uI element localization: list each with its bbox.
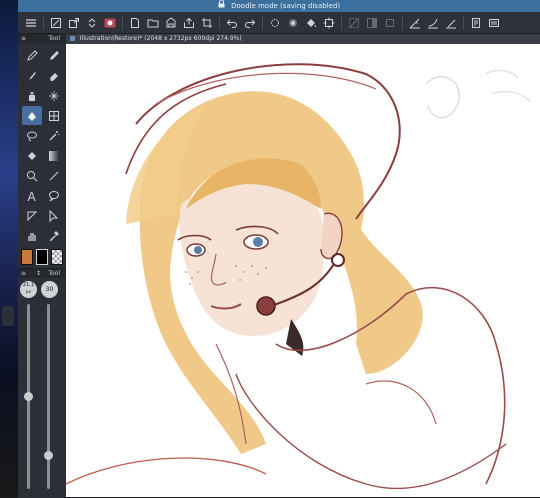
transform-icon[interactable]	[320, 14, 338, 32]
eyedropper-tool-icon[interactable]	[44, 226, 64, 245]
brush-opacity-slider[interactable]	[47, 304, 50, 489]
show-selection-icon[interactable]	[381, 14, 399, 32]
brush-tool-icon[interactable]	[22, 66, 42, 85]
gradient-fill-icon[interactable]	[44, 146, 64, 165]
lock-icon	[218, 0, 225, 12]
toolbar-divider	[463, 15, 464, 30]
record-icon[interactable]	[101, 14, 119, 32]
tool-panel: ≡ Tool A	[18, 34, 66, 269]
toolbar-divider	[219, 15, 220, 30]
brush-size-unit: px	[26, 289, 31, 294]
gradient-tool-icon[interactable]	[44, 106, 64, 125]
balloon-tool-icon[interactable]	[44, 186, 64, 205]
panel-menu-icon[interactable]: ≡	[21, 35, 26, 42]
brush-size-slider-handle[interactable]	[24, 392, 33, 401]
airbrush-tool-icon[interactable]	[22, 86, 42, 105]
redo-icon[interactable]	[241, 14, 259, 32]
undo-icon[interactable]	[223, 14, 241, 32]
share-icon[interactable]	[65, 14, 83, 32]
line-tool-icon[interactable]	[44, 166, 64, 185]
brush-opacity-slider-handle[interactable]	[44, 451, 53, 460]
pen-tool-icon[interactable]	[22, 46, 42, 65]
menu-icon[interactable]	[22, 14, 40, 32]
ruler-snap-icon[interactable]	[406, 14, 424, 32]
fullscreen-icon[interactable]	[47, 14, 65, 32]
new-canvas-icon[interactable]	[126, 14, 144, 32]
hand-tool-icon[interactable]	[22, 226, 42, 245]
canvas-window: Illustration(Restore)* (2048 x 2732px 60…	[66, 34, 540, 497]
toolbar-divider	[341, 15, 342, 30]
panel-menu-icon[interactable]: ≡	[21, 270, 26, 277]
toolbar-divider	[262, 15, 263, 30]
invert-selection-icon[interactable]	[363, 14, 381, 32]
background-app-strip	[0, 0, 18, 497]
fill-bucket-icon[interactable]	[22, 146, 42, 165]
tool-panel-header: ≡ Tool	[18, 34, 66, 43]
brush-size-indicator[interactable]: 21.1 px	[20, 281, 37, 298]
eraser-tool-icon[interactable]	[44, 66, 64, 85]
character-sketch	[66, 63, 532, 490]
tool-property-header: ≡ ↕ Tool	[18, 269, 66, 278]
brush-opacity-value: 30	[45, 286, 54, 293]
command-bar	[18, 12, 540, 34]
toolbar-divider	[402, 15, 403, 30]
tool-panel-title: Tool	[48, 35, 60, 42]
pencil-tool-icon[interactable]	[44, 46, 64, 65]
reference-layer-icon[interactable]	[467, 14, 485, 32]
main-color-swatch[interactable]	[21, 249, 33, 265]
special-ruler-snap-icon[interactable]	[424, 14, 442, 32]
crop-icon[interactable]	[198, 14, 216, 32]
blend-tool-icon[interactable]	[44, 86, 64, 105]
clear-layer-icon[interactable]	[266, 14, 284, 32]
window-title: Doodle mode (saving disabled)	[231, 2, 341, 10]
magic-wand-icon[interactable]	[44, 126, 64, 145]
fill-tool-icon[interactable]	[22, 106, 42, 125]
brush-size-value: 21.1	[22, 282, 35, 288]
tool-settings-icon[interactable]: ↕	[36, 270, 41, 277]
fill-icon[interactable]	[302, 14, 320, 32]
lasso-select-icon[interactable]	[22, 126, 42, 145]
document-tab[interactable]: Illustration(Restore)* (2048 x 2732px 60…	[66, 34, 540, 44]
tool-property-title: Tool	[48, 270, 60, 277]
document-tab-label: Illustration(Restore)* (2048 x 2732px 60…	[79, 35, 242, 42]
open-folder-icon[interactable]	[144, 14, 162, 32]
toolbar-divider	[122, 15, 123, 30]
canvas-drawing[interactable]	[66, 44, 540, 497]
object-select-icon[interactable]	[44, 206, 64, 225]
zoom-tool-icon[interactable]	[22, 166, 42, 185]
color-chips	[18, 245, 66, 265]
svg-text:A: A	[28, 190, 37, 202]
frame-tool-icon[interactable]	[22, 206, 42, 225]
background-chip	[2, 306, 14, 326]
sub-color-swatch[interactable]	[36, 249, 48, 265]
brush-opacity-indicator[interactable]: 30	[41, 281, 58, 298]
clear-outside-icon[interactable]	[284, 14, 302, 32]
save-icon[interactable]	[162, 14, 180, 32]
layer-settings-icon[interactable]	[485, 14, 503, 32]
export-icon[interactable]	[180, 14, 198, 32]
document-icon	[70, 36, 75, 41]
title-bar: Doodle mode (saving disabled)	[18, 0, 540, 12]
transparent-color-swatch[interactable]	[51, 249, 63, 265]
text-tool-icon[interactable]: A	[22, 186, 42, 205]
toolbar-divider	[43, 15, 44, 30]
scroll-arrows-icon[interactable]	[83, 14, 101, 32]
tool-property-panel: ≡ ↕ Tool 21.1 px 30	[18, 268, 66, 498]
deselect-icon[interactable]	[345, 14, 363, 32]
grid-snap-icon[interactable]	[442, 14, 460, 32]
